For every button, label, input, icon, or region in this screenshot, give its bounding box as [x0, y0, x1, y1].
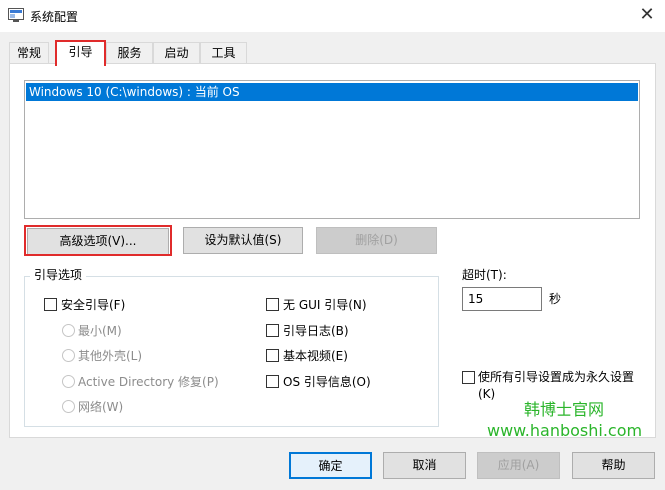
active-directory-label: Active Directory 修复(P) — [78, 375, 219, 389]
watermark-title: 韩博士官网 — [524, 400, 605, 419]
no-gui-boot-label: 无 GUI 引导(N) — [283, 298, 367, 312]
close-icon: ✕ — [639, 4, 655, 25]
tab-boot[interactable]: 引导 — [55, 40, 106, 66]
watermark-url: www.hanboshi.com — [487, 421, 643, 440]
ok-button[interactable]: 确定 — [289, 452, 372, 479]
apply-button[interactable]: 应用(A) — [477, 452, 560, 479]
timeout-input[interactable]: 15 — [462, 287, 542, 311]
make-permanent-checkbox[interactable] — [462, 371, 475, 384]
window-title: 系统配置 — [30, 10, 79, 24]
no-gui-boot-checkbox[interactable] — [266, 298, 279, 311]
tab-services[interactable]: 服务 — [106, 42, 153, 64]
make-permanent-shortcut: (K) — [478, 387, 496, 401]
make-permanent-label: 使所有引导设置成为永久设置 — [478, 370, 635, 384]
base-video-checkbox[interactable] — [266, 349, 279, 362]
delete-button[interactable]: 删除(D) — [316, 227, 437, 254]
tab-startup[interactable]: 启动 — [153, 42, 200, 64]
os-boot-info-label: OS 引导信息(O) — [283, 375, 371, 389]
boot-log-checkbox[interactable] — [266, 324, 279, 337]
safe-boot-label: 安全引导(F) — [61, 298, 126, 312]
network-radio[interactable] — [62, 400, 75, 413]
boot-log-label: 引导日志(B) — [283, 324, 349, 338]
active-directory-radio[interactable] — [62, 375, 75, 388]
network-label: 网络(W) — [78, 400, 124, 414]
minimal-radio[interactable] — [62, 324, 75, 337]
base-video-label: 基本视频(E) — [283, 349, 348, 363]
tab-tools[interactable]: 工具 — [200, 42, 247, 64]
help-button[interactable]: 帮助 — [572, 452, 655, 479]
msconfig-icon — [8, 8, 24, 22]
minimal-label: 最小(M) — [78, 324, 122, 338]
os-list-item[interactable]: Windows 10 (C:\windows) : 当前 OS — [26, 83, 638, 101]
timeout-label: 超时(T): — [462, 268, 507, 282]
alternate-shell-radio[interactable] — [62, 349, 75, 362]
highlight-box — [24, 225, 172, 256]
tab-general[interactable]: 常规 — [9, 42, 49, 64]
set-default-button[interactable]: 设为默认值(S) — [183, 227, 303, 254]
title-bar — [0, 0, 665, 32]
timeout-unit: 秒 — [549, 292, 562, 306]
os-boot-info-checkbox[interactable] — [266, 375, 279, 388]
cancel-button[interactable]: 取消 — [383, 452, 466, 479]
alternate-shell-label: 其他外壳(L) — [78, 349, 143, 363]
safe-boot-checkbox[interactable] — [44, 298, 57, 311]
close-button[interactable]: ✕ — [636, 4, 658, 26]
boot-options-title: 引导选项 — [30, 266, 87, 283]
os-list[interactable]: Windows 10 (C:\windows) : 当前 OS — [24, 80, 640, 219]
